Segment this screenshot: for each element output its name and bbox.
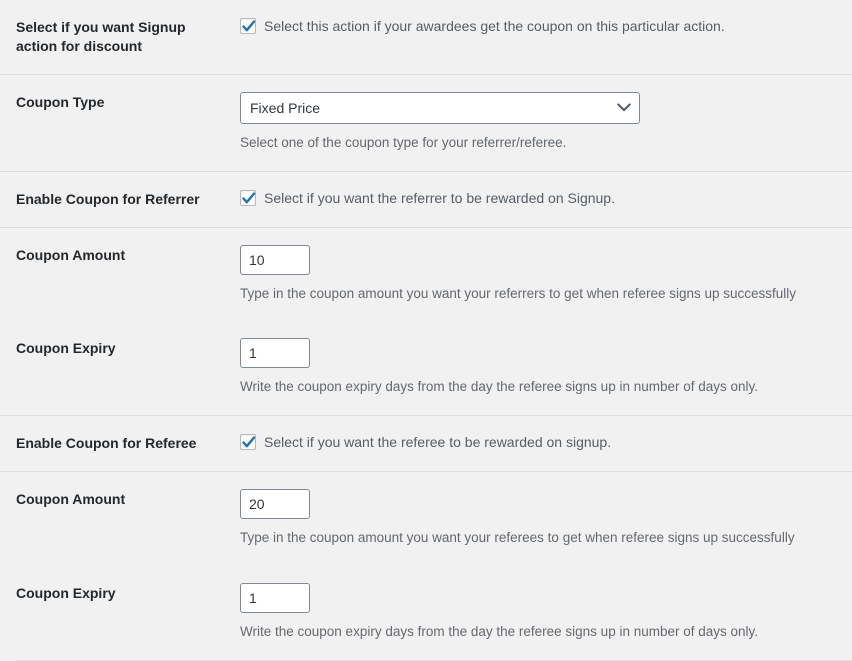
referrer-coupon-amount-input[interactable]: [240, 245, 310, 275]
settings-row-coupon-type: Coupon Type Fixed Price Select one of th…: [0, 74, 852, 171]
coupon-type-selected-value: Fixed Price: [250, 93, 320, 123]
referrer-coupon-expiry-description: Write the coupon expiry days from the da…: [240, 378, 842, 397]
signup-action-checkbox-label: Select this action if your awardees get …: [264, 17, 725, 35]
referrer-coupon-expiry-input[interactable]: [240, 338, 310, 368]
row-field-referee-coupon-expiry: Write the coupon expiry days from the da…: [240, 566, 852, 660]
settings-row-enable-referrer: Enable Coupon for Referrer Select if you…: [0, 171, 852, 227]
chevron-down-icon: [617, 93, 631, 123]
settings-row-referee-coupon-expiry: Coupon Expiry Write the coupon expiry da…: [0, 566, 852, 660]
row-label-coupon-type: Coupon Type: [16, 75, 240, 171]
row-field-referrer-coupon-amount: Type in the coupon amount you want your …: [240, 228, 852, 322]
enable-referee-checkbox[interactable]: [240, 434, 256, 450]
row-field-signup-action: Select this action if your awardees get …: [240, 0, 852, 74]
referee-coupon-amount-input[interactable]: [240, 489, 310, 519]
checkmark-icon: [240, 17, 258, 37]
referee-coupon-expiry-description: Write the coupon expiry days from the da…: [240, 623, 842, 642]
checkmark-icon: [240, 433, 258, 453]
row-field-enable-referee: Select if you want the referee to be rew…: [240, 416, 852, 471]
row-field-referee-coupon-amount: Type in the coupon amount you want your …: [240, 472, 852, 566]
referee-coupon-expiry-input[interactable]: [240, 583, 310, 613]
row-label-enable-referrer: Enable Coupon for Referrer: [16, 172, 240, 227]
row-label-signup-action: Select if you want Signup action for dis…: [16, 0, 240, 74]
coupon-type-description: Select one of the coupon type for your r…: [240, 134, 842, 153]
settings-row-signup-action: Select if you want Signup action for dis…: [0, 0, 852, 74]
coupon-type-select[interactable]: Fixed Price: [240, 92, 640, 124]
enable-referrer-checkbox[interactable]: [240, 190, 256, 206]
settings-row-referee-coupon-amount: Coupon Amount Type in the coupon amount …: [0, 471, 852, 566]
referrer-coupon-amount-description: Type in the coupon amount you want your …: [240, 285, 842, 304]
enable-referrer-checkbox-line[interactable]: Select if you want the referrer to be re…: [240, 189, 842, 207]
checkmark-icon: [240, 189, 258, 209]
enable-referee-checkbox-label: Select if you want the referee to be rew…: [264, 433, 611, 451]
row-label-referee-coupon-expiry: Coupon Expiry: [16, 566, 240, 660]
referee-coupon-amount-description: Type in the coupon amount you want your …: [240, 529, 842, 548]
row-field-referrer-coupon-expiry: Write the coupon expiry days from the da…: [240, 321, 852, 415]
settings-row-referrer-coupon-expiry: Coupon Expiry Write the coupon expiry da…: [0, 321, 852, 415]
settings-row-enable-referee: Enable Coupon for Referee Select if you …: [0, 415, 852, 471]
row-field-coupon-type: Fixed Price Select one of the coupon typ…: [240, 75, 852, 171]
row-label-enable-referee: Enable Coupon for Referee: [16, 416, 240, 471]
row-label-referrer-coupon-amount: Coupon Amount: [16, 228, 240, 322]
row-field-enable-referrer: Select if you want the referrer to be re…: [240, 172, 852, 227]
settings-row-referrer-coupon-amount: Coupon Amount Type in the coupon amount …: [0, 227, 852, 322]
signup-action-checkbox-line[interactable]: Select this action if your awardees get …: [240, 17, 842, 35]
enable-referrer-checkbox-label: Select if you want the referrer to be re…: [264, 189, 615, 207]
signup-action-checkbox[interactable]: [240, 18, 256, 34]
row-label-referrer-coupon-expiry: Coupon Expiry: [16, 321, 240, 415]
enable-referee-checkbox-line[interactable]: Select if you want the referee to be rew…: [240, 433, 842, 451]
row-label-referee-coupon-amount: Coupon Amount: [16, 472, 240, 566]
